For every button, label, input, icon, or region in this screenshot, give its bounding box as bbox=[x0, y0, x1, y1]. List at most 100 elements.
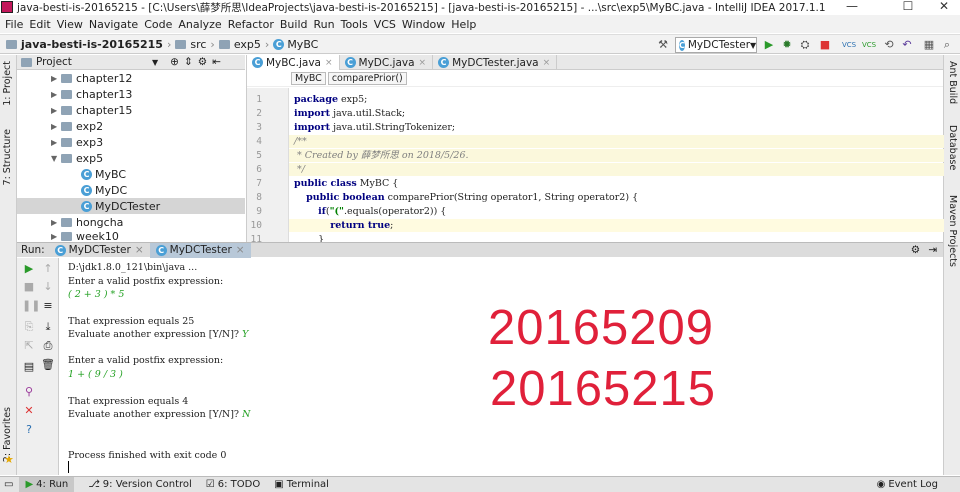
menu-vcs[interactable]: VCS bbox=[374, 18, 396, 31]
tab-mydctester-java[interactable]: C MyDCTester.java × bbox=[433, 55, 558, 70]
close-icon[interactable]: × bbox=[135, 244, 144, 256]
menu-file[interactable]: File bbox=[5, 18, 23, 31]
run-configuration-select[interactable]: C MyDCTester ▼ bbox=[675, 37, 757, 53]
build-hammer-icon[interactable]: ⚒ bbox=[656, 38, 670, 52]
history-icon[interactable]: ⟲ bbox=[882, 38, 896, 52]
menu-run[interactable]: Run bbox=[314, 18, 335, 31]
terminal-tool-button[interactable]: ▣ Terminal bbox=[274, 479, 329, 490]
breadcrumb-project[interactable]: java-besti-is-20165215 bbox=[21, 38, 163, 51]
menu-help[interactable]: Help bbox=[451, 18, 476, 31]
pin-icon[interactable]: ⚲ bbox=[22, 385, 36, 399]
run-tool-button[interactable]: ▶ 4: Run bbox=[19, 477, 75, 492]
help-icon[interactable]: ? bbox=[22, 423, 36, 437]
gear-icon[interactable]: ⚙ bbox=[198, 56, 207, 68]
menu-code[interactable]: Code bbox=[144, 18, 172, 31]
code-line[interactable]: if("(".equals(operator2)) { bbox=[294, 205, 446, 218]
tree-item-exp2[interactable]: ▶ exp2 bbox=[51, 118, 103, 134]
breadcrumb-class[interactable]: MyBC bbox=[287, 38, 318, 51]
breadcrumb-package[interactable]: exp5 bbox=[234, 38, 261, 51]
crumb-method[interactable]: comparePrior() bbox=[327, 71, 407, 85]
menu-analyze[interactable]: Analyze bbox=[178, 18, 221, 31]
scroll-to-end-icon[interactable]: ⤓ bbox=[41, 320, 55, 334]
debug-icon[interactable]: ✹ bbox=[780, 38, 794, 52]
project-structure-icon[interactable]: ▦ bbox=[922, 38, 936, 52]
code-line[interactable]: * Created by 薛梦所思 on 2018/5/26. bbox=[294, 149, 469, 162]
close-icon[interactable]: × bbox=[419, 58, 427, 68]
chevron-down-icon[interactable]: ▼ bbox=[152, 58, 158, 67]
project-tool-tab[interactable]: 1: Project bbox=[2, 61, 13, 106]
tab-mybc-java[interactable]: C MyBC.java × bbox=[247, 55, 340, 70]
code-line[interactable]: /** bbox=[294, 135, 307, 148]
menu-view[interactable]: View bbox=[57, 18, 83, 31]
run-tab-mydctester-1[interactable]: C MyDCTester × bbox=[49, 243, 150, 258]
todo-tool-button[interactable]: ☑ 6: TODO bbox=[206, 479, 260, 490]
tab-mydc-java[interactable]: C MyDC.java × bbox=[340, 55, 434, 70]
scroll-from-source-icon[interactable]: ⊕ bbox=[170, 56, 179, 68]
tree-item-week10[interactable]: ▶ week10 bbox=[51, 230, 119, 243]
chevron-right-icon[interactable]: ▶ bbox=[51, 74, 61, 83]
close-button[interactable]: ✕ bbox=[924, 0, 960, 14]
code-line[interactable]: return true; bbox=[294, 219, 393, 232]
restore-layout-icon[interactable]: ▤ bbox=[22, 360, 36, 374]
down-arrow-icon[interactable]: ↓ bbox=[41, 280, 55, 294]
exit-icon[interactable]: ⇱ bbox=[22, 339, 36, 353]
up-arrow-icon[interactable]: ↑ bbox=[41, 262, 55, 276]
code-line[interactable]: import java.util.Stack; bbox=[294, 107, 405, 120]
ant-build-tool-tab[interactable]: Ant Build bbox=[947, 61, 958, 104]
chevron-down-icon[interactable]: ▼ bbox=[51, 154, 61, 163]
chevron-right-icon[interactable]: ▶ bbox=[51, 90, 61, 99]
project-view-select[interactable]: Project bbox=[36, 56, 72, 68]
close-icon[interactable]: × bbox=[543, 58, 551, 68]
stop-icon[interactable]: ■ bbox=[22, 280, 36, 294]
crumb-class[interactable]: MyBC bbox=[291, 71, 326, 85]
maximize-button[interactable]: ☐ bbox=[888, 0, 928, 14]
tree-item-mydc[interactable]: C MyDC bbox=[81, 182, 127, 198]
code-line[interactable]: import java.util.StringTokenizer; bbox=[294, 121, 455, 134]
soft-wrap-icon[interactable]: ≡ bbox=[41, 299, 55, 313]
stop-icon[interactable]: ■ bbox=[818, 38, 832, 52]
menu-refactor[interactable]: Refactor bbox=[228, 18, 274, 31]
code-line[interactable]: */ bbox=[294, 163, 305, 176]
code-line[interactable]: public boolean comparePrior(String opera… bbox=[294, 191, 638, 204]
clear-all-icon[interactable]: 🗑 bbox=[41, 358, 55, 372]
run-tab-mydctester-2[interactable]: C MyDCTester × bbox=[149, 242, 251, 258]
breadcrumb-src[interactable]: src bbox=[190, 38, 206, 51]
maven-projects-tool-tab[interactable]: Maven Projects bbox=[947, 195, 958, 267]
hide-panel-icon[interactable]: ⇥ bbox=[928, 244, 937, 256]
tree-item-exp5[interactable]: ▼ exp5 bbox=[51, 150, 103, 166]
pause-icon[interactable]: ❚❚ bbox=[22, 299, 40, 313]
print-icon[interactable]: ⎙ bbox=[41, 339, 55, 353]
tree-item-mydctester[interactable]: C MyDCTester bbox=[17, 198, 245, 214]
run-icon[interactable]: ▶ bbox=[762, 38, 776, 52]
structure-tool-tab[interactable]: 7: Structure bbox=[2, 129, 13, 185]
gear-icon[interactable]: ⚙ bbox=[911, 244, 920, 256]
menu-window[interactable]: Window bbox=[402, 18, 445, 31]
tree-item-mybc[interactable]: C MyBC bbox=[81, 166, 126, 182]
menu-edit[interactable]: Edit bbox=[29, 18, 50, 31]
dump-threads-icon[interactable]: ⎘ bbox=[22, 320, 36, 334]
revert-icon[interactable]: ↶ bbox=[900, 38, 914, 52]
rerun-icon[interactable]: ▶ bbox=[22, 262, 36, 276]
tree-item-hongcha[interactable]: ▶ hongcha bbox=[51, 214, 123, 230]
menu-build[interactable]: Build bbox=[280, 18, 308, 31]
code-line[interactable]: public class MyBC { bbox=[294, 177, 398, 190]
database-tool-tab[interactable]: Database bbox=[947, 125, 958, 170]
tree-item-chapter15[interactable]: ▶ chapter15 bbox=[51, 102, 132, 118]
vcs-commit-icon[interactable]: VCS bbox=[862, 38, 876, 52]
chevron-right-icon[interactable]: ▶ bbox=[51, 232, 61, 241]
minimize-button[interactable]: — bbox=[832, 0, 872, 14]
chevron-right-icon[interactable]: ▶ bbox=[51, 138, 61, 147]
event-log-button[interactable]: ◉ Event Log bbox=[877, 479, 938, 490]
coverage-icon[interactable]: ⛭ bbox=[798, 38, 812, 52]
menu-tools[interactable]: Tools bbox=[341, 18, 368, 31]
close-icon[interactable]: × bbox=[236, 244, 245, 256]
chevron-right-icon[interactable]: ▶ bbox=[51, 106, 61, 115]
close-icon[interactable]: ✕ bbox=[22, 404, 36, 418]
close-icon[interactable]: × bbox=[325, 58, 333, 68]
tree-item-exp3[interactable]: ▶ exp3 bbox=[51, 134, 103, 150]
chevron-right-icon[interactable]: ▶ bbox=[51, 218, 61, 227]
vcs-update-icon[interactable]: VCS bbox=[842, 38, 856, 52]
code-line[interactable]: package exp5; bbox=[294, 93, 367, 106]
collapse-all-icon[interactable]: ⇕ bbox=[184, 56, 193, 68]
menu-navigate[interactable]: Navigate bbox=[89, 18, 138, 31]
